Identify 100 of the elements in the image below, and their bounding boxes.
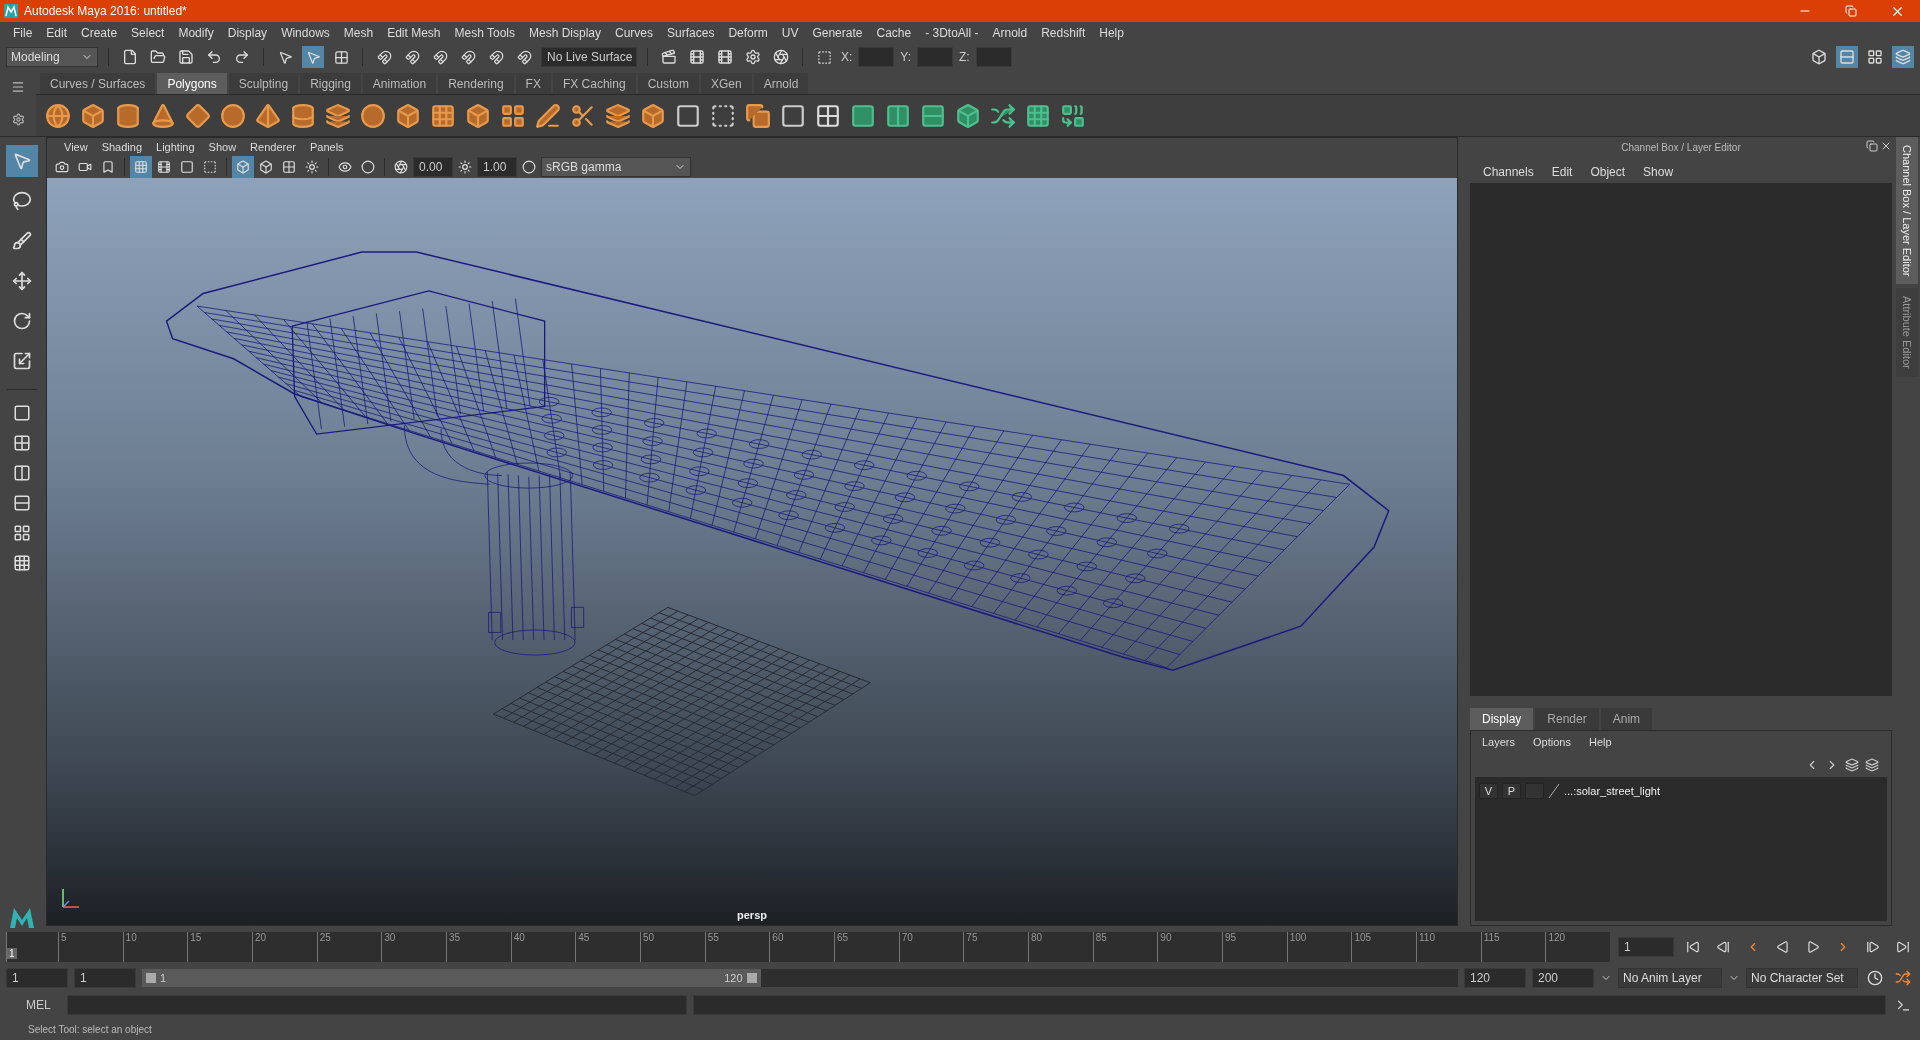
channel-menu-item[interactable]: Channels xyxy=(1476,165,1541,179)
shelf-tab[interactable]: Arnold xyxy=(753,73,809,94)
menu-item[interactable]: File xyxy=(6,26,40,40)
menu-item[interactable]: Select xyxy=(124,26,172,40)
menu-item[interactable]: Edit xyxy=(39,26,75,40)
menu-item[interactable]: Mesh Display xyxy=(522,26,609,40)
panel-menu-item[interactable]: Panels xyxy=(302,141,351,153)
float-icon[interactable] xyxy=(1866,140,1878,152)
range-slider[interactable]: 1 120 xyxy=(142,969,1458,987)
panel-menu-item[interactable]: View xyxy=(57,141,95,153)
channel-menu-item[interactable]: Edit xyxy=(1544,165,1580,179)
command-result-field[interactable] xyxy=(692,995,1886,1015)
frame-tick-label: 80 xyxy=(1030,932,1043,943)
menu-item[interactable]: Help xyxy=(1092,26,1131,40)
restore-icon[interactable] xyxy=(1845,5,1857,17)
layer-tab[interactable]: Anim xyxy=(1600,708,1653,730)
frame-tick-label: 110 xyxy=(1418,932,1435,943)
layer-tab[interactable]: Render xyxy=(1535,708,1599,730)
time-slider[interactable]: 5 10 15 20 25 30 35 40 45 50 55 60 65 70 75 80 85 90 95 100 105 110 115 120 1 xyxy=(6,932,1610,962)
menu-item[interactable]: Generate xyxy=(805,26,870,40)
menu-item[interactable]: Redshift xyxy=(1034,26,1093,40)
menu-icon[interactable] xyxy=(11,79,25,94)
shelf-tab[interactable]: Curves / Surfaces xyxy=(40,73,156,94)
side-tab[interactable]: Channel Box / Layer Editor xyxy=(1896,137,1918,285)
panel-menu-item[interactable]: Show xyxy=(201,141,244,153)
frame-tick-label: 25 xyxy=(318,932,331,943)
panel-menu-item[interactable]: Renderer xyxy=(243,141,303,153)
start-frame-field[interactable]: 1 xyxy=(6,968,68,988)
frame-tick-label: 15 xyxy=(189,932,202,943)
help-line: Select Tool: select an object xyxy=(27,1022,153,1037)
playback-start-field[interactable]: 1 xyxy=(74,968,136,988)
shelf-tab[interactable]: Rendering xyxy=(438,73,514,94)
exposure-field[interactable]: 0.00 xyxy=(413,157,453,177)
app-logo-icon xyxy=(8,906,36,930)
menu-item[interactable]: Create xyxy=(74,26,125,40)
visibility-toggle[interactable]: V xyxy=(1479,783,1498,799)
layer-menu-item[interactable]: Options xyxy=(1526,736,1578,748)
menu-item[interactable]: Edit Mesh xyxy=(380,26,448,40)
y-field[interactable] xyxy=(917,47,954,67)
layer-menu-item[interactable]: Layers xyxy=(1475,736,1523,748)
color-space-dropdown[interactable]: sRGB gamma xyxy=(541,157,691,177)
select-tool-icon[interactable] xyxy=(6,145,38,177)
layer-tab[interactable]: Display xyxy=(1470,708,1534,730)
shelf-tab[interactable]: XGen xyxy=(700,73,752,94)
channel-menu-item[interactable]: Object xyxy=(1583,165,1633,179)
shelf-tab[interactable]: Polygons xyxy=(157,73,227,94)
menu-item[interactable]: Cache xyxy=(869,26,919,40)
z-field[interactable] xyxy=(975,47,1012,67)
shelf-tab[interactable]: FX Caching xyxy=(552,73,636,94)
range-start-label: 1 xyxy=(159,972,167,984)
menu-item[interactable]: Arnold xyxy=(985,26,1035,40)
frame-tick-label: 60 xyxy=(771,932,784,943)
gamma-field[interactable]: 1.00 xyxy=(477,157,517,177)
side-tab[interactable]: Attribute Editor xyxy=(1896,288,1918,378)
range-slider-fill[interactable] xyxy=(142,969,761,987)
settings-icon[interactable] xyxy=(11,113,25,127)
character-set-dropdown[interactable]: No Character Set xyxy=(1746,968,1858,988)
menu-item[interactable]: Mesh xyxy=(336,26,381,40)
shelf-tab[interactable]: Custom xyxy=(637,73,699,94)
playback-toggle[interactable]: P xyxy=(1502,783,1521,799)
frame-tick-label: 70 xyxy=(900,932,913,943)
channel-menu-item[interactable]: Show xyxy=(1636,165,1681,179)
frame-tick-label: 35 xyxy=(447,932,461,943)
menu-item[interactable]: Modify xyxy=(171,26,221,40)
x-field[interactable] xyxy=(858,47,895,67)
select-object-icon[interactable] xyxy=(302,46,324,68)
frame-tick-label: 40 xyxy=(512,932,525,943)
wireframe-icon[interactable] xyxy=(232,156,254,178)
menu-item[interactable]: Mesh Tools xyxy=(447,26,522,40)
shelf-tab[interactable]: Animation xyxy=(362,73,437,94)
panel-menu-item[interactable]: Lighting xyxy=(149,141,202,153)
command-language-label[interactable]: MEL xyxy=(6,998,61,1012)
layer-name[interactable]: ...:solar_street_light xyxy=(1564,785,1660,797)
frame-tick-label: 20 xyxy=(253,932,267,943)
range-handle[interactable] xyxy=(746,973,757,983)
shelf-tab[interactable]: Rigging xyxy=(300,73,361,94)
shelf-tab[interactable]: Sculpting xyxy=(228,73,299,94)
playback-end-field[interactable]: 120 xyxy=(1464,968,1526,988)
live-surface-field[interactable]: No Live Surface xyxy=(541,47,637,67)
menu-item[interactable]: Windows xyxy=(274,26,337,40)
shelf-tab[interactable]: FX xyxy=(515,73,551,94)
close-icon[interactable] xyxy=(1880,140,1892,152)
menu-item[interactable]: UV xyxy=(774,26,806,40)
menu-item[interactable]: Deform xyxy=(721,26,775,40)
range-handle[interactable] xyxy=(146,973,156,983)
frame-tick-label: 115 xyxy=(1482,932,1500,943)
layer-menu-item[interactable]: Help xyxy=(1581,736,1619,748)
current-frame-marker[interactable]: 1 xyxy=(7,948,17,959)
menu-item[interactable]: - 3DtoAll - xyxy=(918,26,986,40)
mode-dropdown[interactable]: Modeling xyxy=(6,47,98,67)
menu-item[interactable]: Surfaces xyxy=(660,26,722,40)
viewport[interactable]: persp xyxy=(47,178,1457,925)
menu-item[interactable]: Curves xyxy=(608,26,661,40)
panel-menu-item[interactable]: Shading xyxy=(94,141,150,153)
current-frame-field[interactable]: 1 xyxy=(1618,937,1674,957)
end-frame-field[interactable]: 200 xyxy=(1532,968,1594,988)
menu-item[interactable]: Display xyxy=(220,26,275,40)
command-input[interactable] xyxy=(66,995,687,1015)
anim-layer-dropdown[interactable]: No Anim Layer xyxy=(1618,968,1722,988)
z-label: Z: xyxy=(959,50,970,64)
